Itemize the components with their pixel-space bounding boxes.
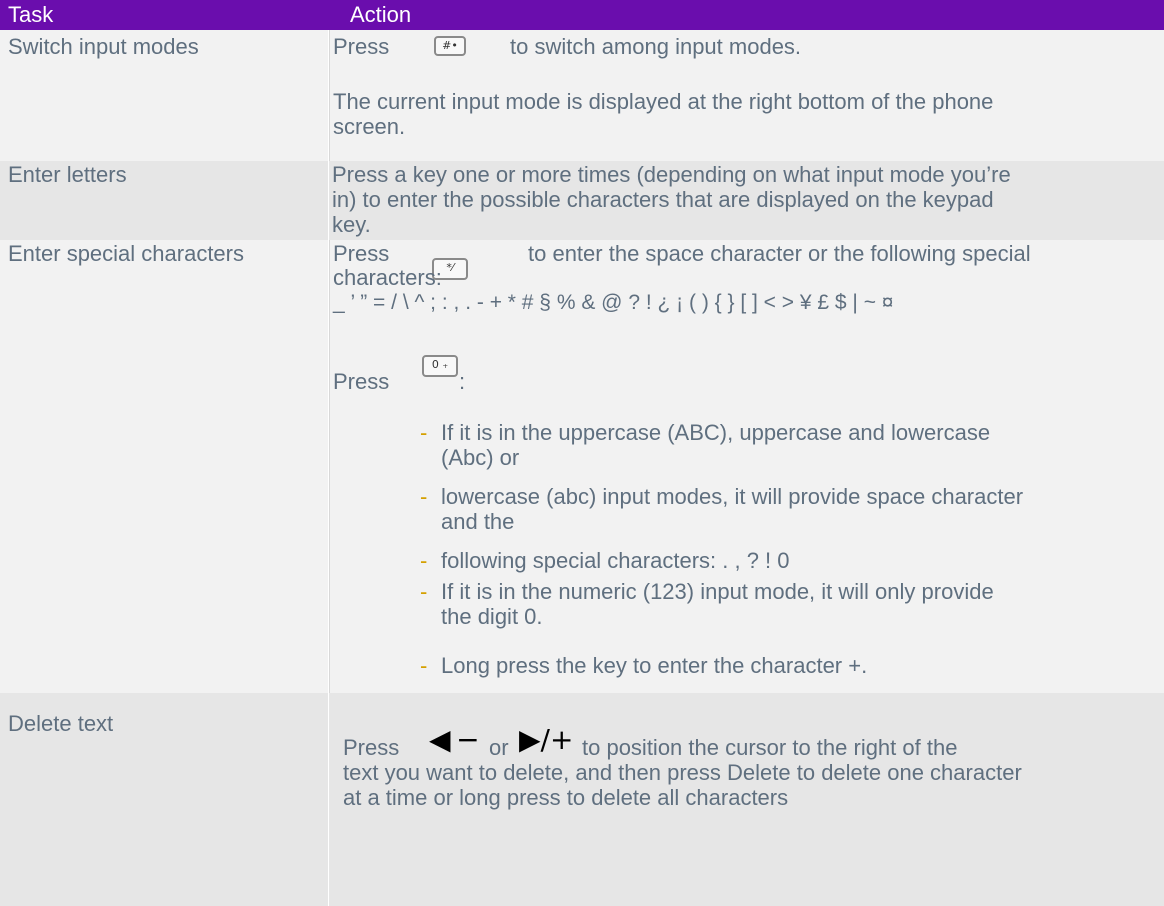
press-text: Press (333, 34, 390, 59)
action-text: to switch among input modes. (510, 34, 802, 59)
bullet-text: If it is in the numeric (123) input mode… (441, 579, 994, 604)
action-text: Press a key one or more times (depending… (332, 162, 1011, 187)
document-page: Task Action Switch input modes Press #• … (0, 0, 1164, 906)
action-cell: Press #• to switch among input modes. Th… (329, 30, 1164, 161)
action-text: The current input mode is displayed at t… (333, 89, 994, 114)
action-cell: Press *⁄ to enter the space character or… (329, 240, 1164, 645)
action-text: to position the cursor to the right of t… (582, 735, 958, 760)
task-label: Switch input modes (8, 34, 199, 59)
bullet-text: the digit 0. (441, 604, 543, 629)
action-text: in) to enter the possible characters tha… (332, 187, 994, 212)
table-row: Switch input modes Press #• to switch am… (0, 30, 1164, 161)
bullet-text: If it is in the uppercase (ABC), upperca… (441, 420, 991, 445)
bullet-mark: - (420, 548, 428, 573)
table-row: Enter letters Press a key one or more ti… (0, 161, 1164, 240)
colon-text: : (459, 369, 466, 394)
press-text: Press (343, 735, 400, 760)
action-text: text you want to delete, and then press … (343, 760, 1022, 785)
table-header: Task Action (0, 0, 1164, 30)
bullet-text: (Abc) or (441, 445, 520, 470)
action-text: key. (332, 212, 371, 237)
table-row: Delete text Press ◀ − or ▶/+ to position… (0, 693, 1164, 906)
action-text: characters: (333, 265, 442, 290)
bullet-mark: - (420, 484, 428, 509)
task-label: Enter letters (8, 162, 127, 187)
right-plus-icon: ▶/+ (519, 723, 574, 756)
bullet-text: following special characters: . , ? ! 0 (441, 548, 790, 573)
header-task: Task (8, 2, 54, 27)
zero-key-icon: 0 ₊ (422, 355, 458, 377)
bullet-text: and the (441, 509, 515, 534)
task-label: Enter special characters (8, 241, 244, 266)
hash-key-icon: #• (434, 36, 466, 56)
bullet-mark: - (420, 579, 428, 604)
bullet-text: lowercase (abc) input modes, it will pro… (441, 484, 1024, 509)
task-label: Delete text (8, 711, 114, 736)
task-cell: Enter special characters (0, 240, 328, 645)
header-action: Action (350, 2, 412, 27)
press-text: Press (333, 369, 390, 394)
task-cell: Delete text (0, 693, 328, 906)
task-cell: Switch input modes (0, 30, 328, 161)
task-cell: Enter letters (0, 161, 328, 240)
table-row: Enter special characters Press *⁄ to ent… (0, 240, 1164, 645)
special-characters: _ ’ ” = / \ ^ ; : , . - + * # § % & @ ? … (333, 291, 894, 314)
bullet-mark: - (420, 420, 428, 445)
press-text: Press (333, 241, 390, 266)
action-text: to enter the space character or the foll… (528, 241, 1031, 266)
or-text: or (489, 735, 509, 760)
action-text: at a time or long press to delete all ch… (343, 785, 789, 810)
left-minus-icon: ◀ − (429, 723, 480, 756)
action-cell: Press ◀ − or ▶/+ to position the cursor … (329, 693, 1164, 906)
action-text: screen. (333, 114, 406, 139)
action-cell: Press a key one or more times (depending… (329, 161, 1164, 240)
